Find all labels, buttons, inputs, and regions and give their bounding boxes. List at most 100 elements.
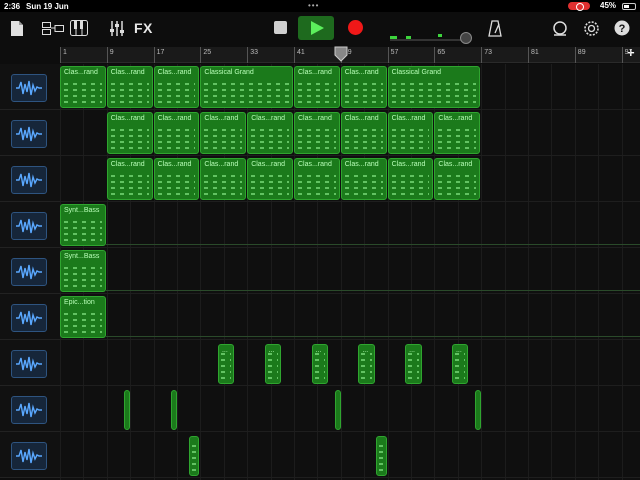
midi-region[interactable]: Clas...rand [200, 112, 247, 154]
note-pattern [110, 125, 149, 149]
midi-region[interactable] [375, 436, 387, 476]
region-name: Clas...rand [344, 69, 379, 76]
midi-region[interactable]: Clas...rand [387, 112, 434, 154]
midi-region[interactable]: Clas...rand [106, 66, 153, 108]
track-header[interactable] [0, 432, 60, 478]
transport-controls [268, 16, 372, 40]
midi-region[interactable]: ... [264, 344, 282, 384]
note-pattern [391, 171, 430, 195]
arrange-area[interactable]: Clas...rand Clas...rand Clas...rand Classic… [60, 64, 640, 480]
master-volume-slider[interactable] [390, 30, 472, 44]
ruler-tick [153, 47, 155, 63]
midi-region[interactable] [188, 436, 200, 476]
midi-region[interactable]: Clas...rand [387, 158, 434, 200]
track-header[interactable] [0, 156, 60, 202]
view-toggle-icon[interactable] [42, 22, 64, 35]
midi-region[interactable]: Clas...rand [153, 158, 200, 200]
region-name: Clas...rand [391, 161, 426, 168]
midi-region[interactable] [475, 390, 482, 430]
ruler-tick [200, 47, 202, 63]
synth-wave-icon[interactable] [11, 120, 47, 148]
track-header[interactable] [0, 386, 60, 432]
midi-region[interactable]: Clas...rand [106, 158, 153, 200]
midi-region[interactable]: Synt...Bass [60, 250, 106, 292]
midi-region[interactable]: Clas...rand [434, 158, 481, 200]
record-icon[interactable] [348, 20, 363, 35]
midi-region[interactable]: Clas...rand [294, 112, 340, 154]
note-pattern [454, 349, 466, 379]
midi-region[interactable] [124, 390, 131, 430]
track-header[interactable] [0, 340, 60, 386]
midi-region[interactable]: Clas...rand [434, 112, 481, 154]
track-row-divider [60, 109, 640, 110]
stop-icon[interactable] [274, 21, 287, 34]
midi-region[interactable]: Epic...tion [60, 296, 106, 338]
track-row-divider [60, 339, 640, 340]
track-row-divider [60, 477, 640, 478]
document-icon[interactable] [10, 20, 24, 37]
mixer-icon[interactable] [108, 20, 126, 37]
loop-icon[interactable] [552, 20, 568, 37]
midi-region[interactable]: Clas...rand [294, 66, 340, 108]
midi-region[interactable]: Clas...rand [340, 112, 387, 154]
track-header[interactable] [0, 64, 60, 110]
synth-wave-icon[interactable] [11, 74, 47, 102]
region-name: Clas...rand [157, 69, 192, 76]
midi-region[interactable]: Clas...rand [153, 112, 200, 154]
note-pattern [251, 171, 289, 195]
synth-wave-icon[interactable] [11, 258, 47, 286]
note-pattern [408, 349, 419, 379]
midi-region[interactable] [171, 390, 178, 430]
midi-region[interactable]: Clas...rand [247, 158, 293, 200]
ruler-bar-label: 17 [156, 49, 165, 56]
synth-wave-icon[interactable] [11, 396, 47, 424]
track-header[interactable] [0, 202, 60, 248]
midi-region[interactable]: ... [451, 344, 469, 384]
region-name: Clas...rand [298, 69, 332, 76]
region-name: Clas...rand [64, 69, 98, 76]
midi-region[interactable]: Classical Grand [387, 66, 481, 108]
synth-wave-icon[interactable] [11, 304, 47, 332]
midi-region[interactable]: Clas...rand [294, 158, 340, 200]
track-header[interactable] [0, 294, 60, 340]
ruler-bar-label: 41 [297, 49, 305, 56]
status-time: 2:36 [4, 1, 21, 11]
midi-region[interactable]: ... [358, 344, 375, 384]
track-header[interactable] [0, 110, 60, 156]
level-meter [390, 36, 397, 39]
midi-region[interactable]: Clas...rand [153, 66, 200, 108]
midi-region[interactable] [334, 390, 341, 430]
note-pattern [64, 217, 102, 241]
volume-knob[interactable] [460, 32, 472, 44]
midi-region[interactable]: ... [311, 344, 329, 384]
fx-button[interactable]: FX [134, 20, 153, 36]
midi-region[interactable]: Clas...rand [247, 112, 293, 154]
midi-region[interactable]: Clas...rand [106, 112, 153, 154]
play-icon[interactable] [311, 21, 324, 35]
synth-wave-icon[interactable] [11, 442, 47, 470]
synth-wave-icon[interactable] [11, 212, 47, 240]
note-pattern [64, 309, 102, 333]
midi-region[interactable]: ... [217, 344, 235, 384]
midi-region[interactable]: Clas...rand [340, 66, 387, 108]
playhead-marker[interactable] [334, 46, 348, 62]
status-date: Sun 19 Jun [26, 1, 69, 11]
track-header[interactable] [0, 248, 60, 294]
synth-wave-icon[interactable] [11, 350, 47, 378]
midi-region[interactable]: Clas...rand [200, 158, 247, 200]
midi-region[interactable]: Synt...Bass [60, 204, 106, 246]
help-icon[interactable]: ? [614, 20, 630, 36]
midi-region[interactable]: ... [405, 344, 422, 384]
track-row-divider [60, 431, 640, 432]
midi-region[interactable]: Clas...rand [60, 66, 106, 108]
midi-region[interactable]: Clas...rand [340, 158, 387, 200]
timeline-ruler[interactable]: + 1 9 17 25 33 41 49 57 65 73 81 89 97 [60, 45, 640, 63]
settings-icon[interactable] [583, 20, 600, 37]
synth-wave-icon[interactable] [11, 166, 47, 194]
toolbar: FX ? [0, 12, 640, 46]
midi-region[interactable]: Classical Grand [200, 66, 293, 108]
metronome-icon[interactable] [488, 20, 502, 37]
region-name: Clas...rand [298, 161, 332, 168]
keyboard-icon[interactable] [70, 20, 88, 36]
note-pattern [220, 349, 232, 379]
